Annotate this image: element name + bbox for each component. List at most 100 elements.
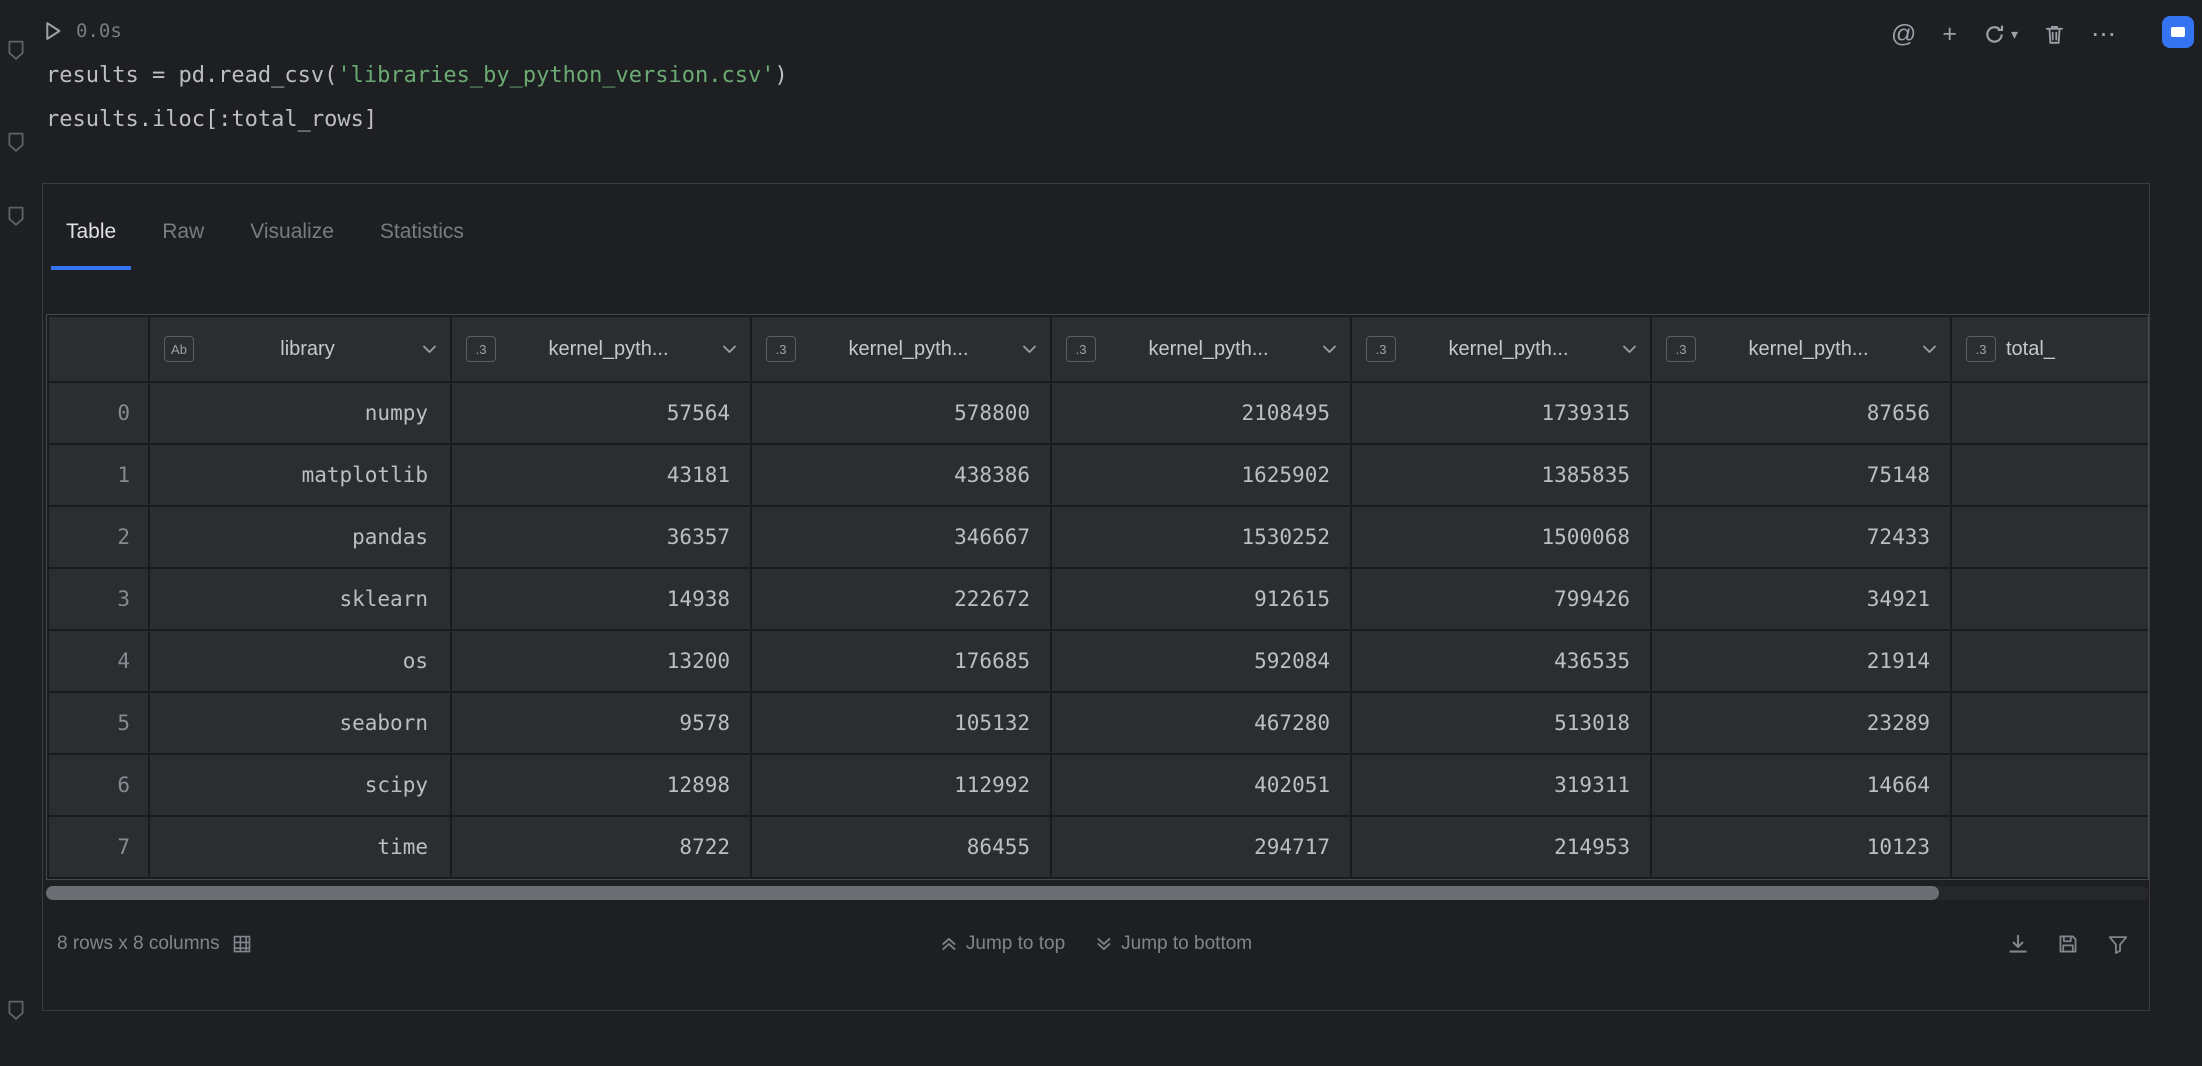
table-row[interactable]: 1 matplotlib 43181 438386 1625902 138583…: [48, 444, 2149, 506]
index-column-header[interactable]: [48, 316, 149, 382]
cell-value[interactable]: 294717: [1051, 816, 1351, 878]
cell-value[interactable]: 402051: [1051, 754, 1351, 816]
cell-value[interactable]: 176685: [751, 630, 1051, 692]
table-row[interactable]: 4 os 13200 176685 592084 436535 21914: [48, 630, 2149, 692]
cell-value[interactable]: 1625902: [1051, 444, 1351, 506]
column-header-kernel-5[interactable]: .3kernel_pyth...: [1651, 316, 1951, 382]
cell-value[interactable]: 1530252: [1051, 506, 1351, 568]
cell-value[interactable]: 2108495: [1051, 382, 1351, 444]
chevron-down-icon[interactable]: [721, 344, 738, 355]
cell-library[interactable]: scipy: [149, 754, 451, 816]
chevron-down-icon[interactable]: [1021, 344, 1038, 355]
cell-value[interactable]: 23289: [1651, 692, 1951, 754]
cell-value[interactable]: 436535: [1351, 630, 1651, 692]
chevron-down-icon[interactable]: [421, 344, 438, 355]
scrollbar-thumb[interactable]: [46, 886, 1939, 900]
cell-value[interactable]: 799426: [1351, 568, 1651, 630]
cell-library[interactable]: sklearn: [149, 568, 451, 630]
cell-library[interactable]: matplotlib: [149, 444, 451, 506]
table-row[interactable]: 2 pandas 36357 346667 1530252 1500068 72…: [48, 506, 2149, 568]
cell-marker-icon[interactable]: [5, 998, 27, 1022]
cell-library[interactable]: time: [149, 816, 451, 878]
cell-value[interactable]: 86455: [751, 816, 1051, 878]
column-header-library[interactable]: Ablibrary: [149, 316, 451, 382]
cell-value-clipped[interactable]: [1951, 692, 2149, 754]
cell-value[interactable]: 8722: [451, 816, 751, 878]
tab-statistics[interactable]: Statistics: [365, 220, 479, 270]
more-options-icon[interactable]: ⋯: [2091, 22, 2116, 47]
cell-marker-icon[interactable]: [5, 204, 27, 228]
cell-value[interactable]: 346667: [751, 506, 1051, 568]
save-icon[interactable]: [2057, 933, 2079, 955]
cell-value[interactable]: 13200: [451, 630, 751, 692]
cell-marker-icon[interactable]: [5, 38, 27, 62]
table-row[interactable]: 5 seaborn 9578 105132 467280 513018 2328…: [48, 692, 2149, 754]
cell-value[interactable]: 592084: [1051, 630, 1351, 692]
cell-value[interactable]: 1739315: [1351, 382, 1651, 444]
cell-marker-icon[interactable]: [5, 130, 27, 154]
cell-value[interactable]: 222672: [751, 568, 1051, 630]
chevron-down-icon[interactable]: [1621, 344, 1638, 355]
cell-value[interactable]: 72433: [1651, 506, 1951, 568]
cell-value[interactable]: 112992: [751, 754, 1051, 816]
cell-value[interactable]: 105132: [751, 692, 1051, 754]
cell-library[interactable]: seaborn: [149, 692, 451, 754]
column-header-kernel-4[interactable]: .3kernel_pyth...: [1351, 316, 1651, 382]
cell-value[interactable]: 57564: [451, 382, 751, 444]
cell-value[interactable]: 513018: [1351, 692, 1651, 754]
tab-visualize[interactable]: Visualize: [235, 220, 349, 270]
cell-value[interactable]: 912615: [1051, 568, 1351, 630]
floating-toolbar-badge[interactable]: [2162, 16, 2194, 48]
jump-to-top-link[interactable]: Jump to top: [940, 933, 1065, 955]
horizontal-scrollbar[interactable]: [46, 886, 2149, 900]
cell-value-clipped[interactable]: [1951, 444, 2149, 506]
cell-value-clipped[interactable]: [1951, 382, 2149, 444]
chevron-down-icon[interactable]: [1921, 344, 1938, 355]
cell-value[interactable]: 14664: [1651, 754, 1951, 816]
cell-value-clipped[interactable]: [1951, 816, 2149, 878]
cell-value[interactable]: 12898: [451, 754, 751, 816]
cell-value[interactable]: 319311: [1351, 754, 1651, 816]
cell-value[interactable]: 438386: [751, 444, 1051, 506]
cell-library[interactable]: os: [149, 630, 451, 692]
cell-value[interactable]: 1500068: [1351, 506, 1651, 568]
cell-value-clipped[interactable]: [1951, 568, 2149, 630]
column-header-total[interactable]: .3total_: [1951, 316, 2149, 382]
column-header-kernel-3[interactable]: .3kernel_pyth...: [1051, 316, 1351, 382]
cell-value-clipped[interactable]: [1951, 506, 2149, 568]
add-cell-icon[interactable]: +: [1942, 22, 1957, 47]
jump-to-bottom-link[interactable]: Jump to bottom: [1095, 933, 1252, 955]
cell-value[interactable]: 36357: [451, 506, 751, 568]
cell-value[interactable]: 9578: [451, 692, 751, 754]
filter-icon[interactable]: [2107, 933, 2129, 955]
cell-value-clipped[interactable]: [1951, 630, 2149, 692]
grid-icon[interactable]: [232, 934, 252, 954]
column-header-kernel-1[interactable]: .3kernel_pyth...: [451, 316, 751, 382]
cell-value[interactable]: 467280: [1051, 692, 1351, 754]
cell-value[interactable]: 14938: [451, 568, 751, 630]
cell-value[interactable]: 34921: [1651, 568, 1951, 630]
tab-raw[interactable]: Raw: [147, 220, 219, 270]
cell-value[interactable]: 578800: [751, 382, 1051, 444]
mention-icon[interactable]: @: [1891, 22, 1916, 47]
restart-kernel-button[interactable]: ▾: [1983, 22, 2018, 47]
cell-value-clipped[interactable]: [1951, 754, 2149, 816]
table-row[interactable]: 3 sklearn 14938 222672 912615 799426 349…: [48, 568, 2149, 630]
cell-library[interactable]: pandas: [149, 506, 451, 568]
cell-value[interactable]: 214953: [1351, 816, 1651, 878]
chevron-down-icon[interactable]: [1321, 344, 1338, 355]
download-icon[interactable]: [2007, 933, 2029, 955]
cell-value[interactable]: 75148: [1651, 444, 1951, 506]
delete-cell-icon[interactable]: [2044, 23, 2065, 46]
code-editor[interactable]: results = pd.read_csv('libraries_by_pyth…: [46, 54, 788, 142]
table-row[interactable]: 7 time 8722 86455 294717 214953 10123: [48, 816, 2149, 878]
cell-library[interactable]: numpy: [149, 382, 451, 444]
cell-value[interactable]: 43181: [451, 444, 751, 506]
run-cell-icon[interactable]: [44, 21, 62, 41]
table-row[interactable]: 6 scipy 12898 112992 402051 319311 14664: [48, 754, 2149, 816]
cell-value[interactable]: 21914: [1651, 630, 1951, 692]
cell-value[interactable]: 10123: [1651, 816, 1951, 878]
column-header-kernel-2[interactable]: .3kernel_pyth...: [751, 316, 1051, 382]
tab-table[interactable]: Table: [51, 220, 131, 270]
cell-value[interactable]: 1385835: [1351, 444, 1651, 506]
